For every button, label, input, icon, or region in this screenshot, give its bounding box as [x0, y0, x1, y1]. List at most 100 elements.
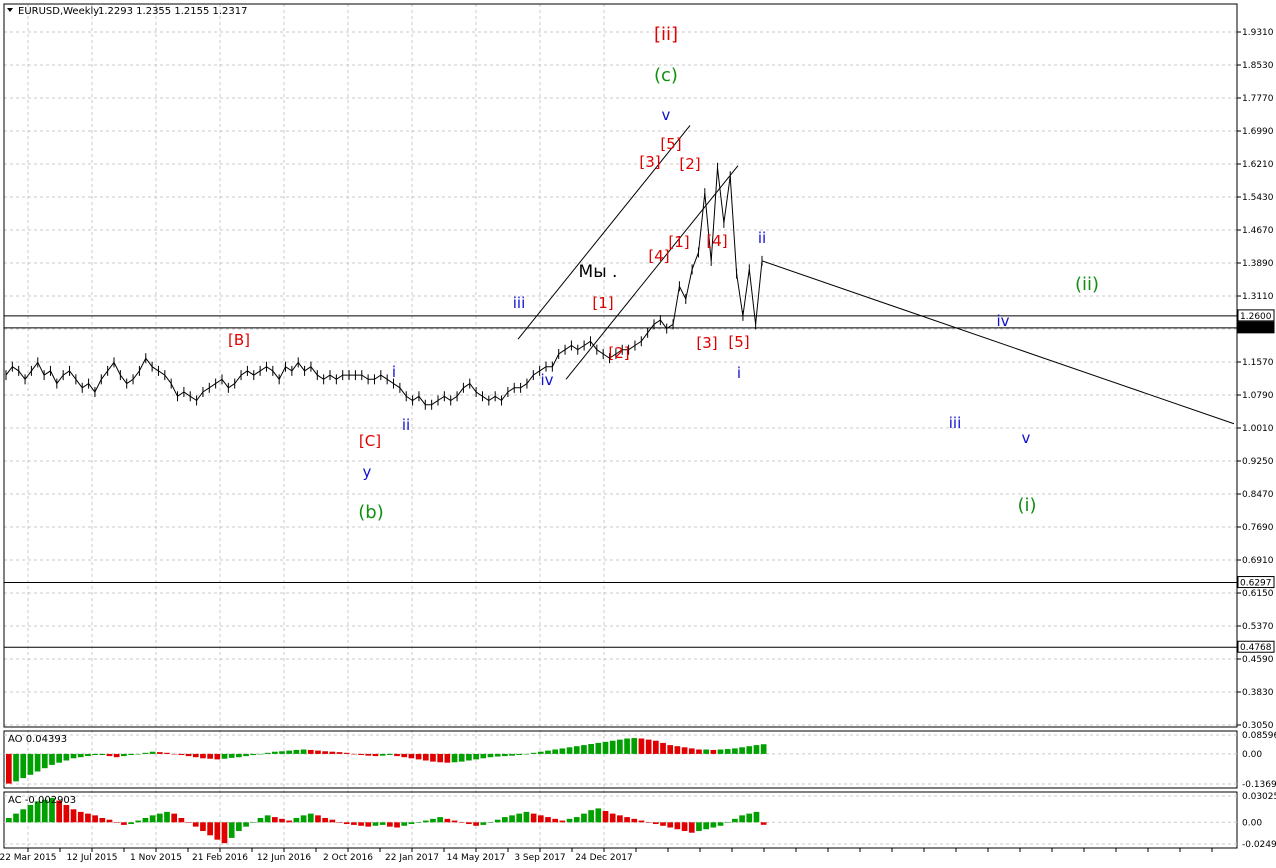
indicator-bar — [20, 809, 27, 823]
indicator-bar — [530, 752, 537, 754]
collapse-arrow-icon[interactable] — [7, 8, 13, 12]
indicator-bar — [415, 753, 422, 760]
indicator-bar — [221, 753, 228, 759]
x-tick-label: 12 Jun 2016 — [257, 853, 311, 863]
y-tick-label: 0.4590 — [1242, 655, 1274, 665]
indicator-y-label: -0.02499 — [1242, 840, 1276, 850]
indicator-bar — [487, 753, 494, 758]
indicator-bar — [307, 749, 314, 754]
indicator-bar — [156, 752, 163, 754]
indicator-bar — [351, 753, 357, 755]
indicator-bar — [271, 751, 278, 754]
x-tick-label: 24 Dec 2017 — [575, 853, 633, 863]
indicator-bar — [516, 753, 523, 756]
indicator-bar — [703, 822, 709, 830]
wave-label: v — [662, 106, 671, 124]
wave-label: [4] — [648, 247, 669, 265]
y-tick-label: 0.6910 — [1242, 556, 1274, 566]
indicator-bar — [236, 753, 242, 758]
indicator-bar — [624, 817, 630, 823]
ao-title: AO 0.04393 — [8, 734, 67, 745]
indicator-bar — [444, 753, 451, 763]
indicator-bar — [6, 817, 12, 823]
indicator-bar — [545, 750, 551, 754]
indicator-bar — [444, 818, 451, 823]
ohlc-label: 1.2293 1.2355 1.2155 1.2317 — [98, 6, 248, 17]
wave-label: [5] — [728, 333, 749, 351]
indicator-bar — [243, 822, 249, 827]
wave-label: [5] — [660, 135, 681, 153]
indicator-bar — [13, 753, 19, 782]
indicator-bar — [595, 808, 602, 823]
y-tick-label: 1.7770 — [1242, 94, 1274, 104]
indicator-bar — [401, 753, 408, 758]
indicator-bar — [135, 753, 142, 755]
indicator-bar — [200, 753, 206, 759]
indicator-bar — [171, 753, 178, 755]
wave-label: [1] — [668, 233, 689, 251]
indicator-bar — [494, 819, 501, 823]
indicator-bar — [509, 815, 515, 823]
y-tick-label: 1.2330 — [1242, 325, 1274, 335]
wave-label: iv — [540, 371, 553, 389]
indicator-bar — [329, 751, 336, 754]
indicator-bar — [279, 751, 285, 754]
indicator-bar — [271, 817, 278, 823]
indicator-bar — [422, 753, 429, 761]
y-tick-label: 1.0790 — [1242, 391, 1274, 401]
indicator-bar — [379, 753, 386, 756]
indicator-bar — [56, 753, 63, 763]
indicator-bar — [128, 822, 134, 825]
panel-frame — [3, 3, 1238, 728]
indicator-bar — [257, 817, 264, 823]
indicator-bar — [113, 822, 120, 823]
indicator-bar — [322, 817, 328, 823]
indicator-bar — [27, 753, 34, 775]
indicator-bar — [178, 753, 185, 756]
indicator-bar — [99, 817, 106, 823]
chart-canvas[interactable]: 1.26001.23170.62970.4768 [ii](c)v[5][3][… — [0, 0, 1276, 868]
mt4-chart-window[interactable]: 1.2600 1.2317 0.6297 0.4768 [ii] (c) v [5] [3][… — [0, 0, 1276, 868]
indicator-bar — [92, 753, 98, 756]
indicator-bar — [365, 753, 372, 756]
indicator-bar — [85, 813, 91, 823]
indicator-bar — [552, 818, 559, 823]
indicator-bar — [724, 822, 731, 823]
wave-label: iii — [949, 414, 962, 432]
indicator-bar — [207, 822, 213, 836]
indicator-bar — [645, 822, 652, 823]
indicator-bar — [250, 753, 257, 756]
wave-label: (ii) — [1075, 274, 1099, 295]
y-tick-label: 0.3830 — [1242, 688, 1274, 698]
y-tick-label: 0.8470 — [1242, 490, 1274, 500]
indicator-bar — [250, 822, 257, 823]
y-tick-label: 1.6210 — [1242, 160, 1274, 170]
indicator-bar — [595, 742, 602, 754]
indicator-bar — [27, 804, 34, 823]
level-price-label: 0.4768 — [1240, 643, 1272, 653]
wave-label: [B] — [228, 331, 250, 349]
indicator-bar — [394, 822, 400, 828]
indicator-bar — [660, 822, 666, 826]
indicator-bar — [681, 822, 688, 831]
indicator-bar — [430, 818, 436, 823]
indicator-bar — [257, 753, 264, 755]
y-tick-label: 1.5430 — [1242, 193, 1274, 203]
indicator-bar — [99, 753, 106, 756]
indicator-bar — [588, 810, 594, 823]
indicator-bar — [415, 822, 422, 823]
indicator-bar — [214, 753, 221, 760]
horizontal-levels[interactable]: 1.26001.23170.62970.4768 — [4, 309, 1275, 653]
wave-label: ii — [758, 229, 766, 247]
indicator-bar — [422, 820, 429, 823]
indicator-bar — [300, 815, 307, 823]
indicator-bar — [430, 753, 436, 762]
indicator-bar — [358, 822, 364, 826]
indicator-bar — [466, 822, 472, 825]
indicator-bar — [617, 815, 623, 823]
indicator-bar — [286, 750, 293, 754]
wave-labels: [ii](c)v[5][3] [2][1] [4][4]iiМы .iii [1][2… — [228, 24, 1099, 523]
indicator-bar — [652, 822, 659, 825]
indicator-bar — [315, 750, 321, 754]
indicator-bar — [732, 748, 738, 754]
